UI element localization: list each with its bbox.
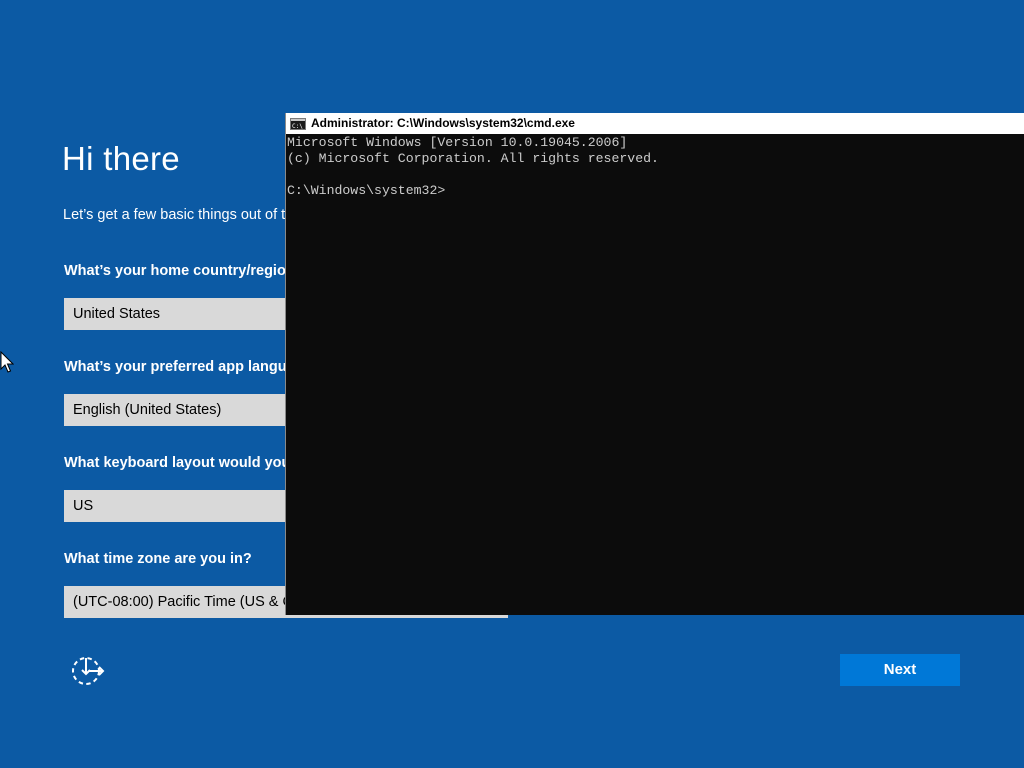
country-dropdown-value: United States [73, 306, 161, 322]
cmd-window-title: Administrator: C:\Windows\system32\cmd.e… [311, 116, 575, 130]
page-title: Hi there [62, 140, 180, 177]
ease-of-access-icon[interactable] [70, 654, 106, 686]
app-language-dropdown-value: English (United States) [73, 402, 222, 418]
svg-text:C:\: C:\ [292, 123, 303, 130]
keyboard-layout-dropdown-value: US [73, 498, 94, 514]
cmd-prompt-icon: C:\ [290, 117, 306, 130]
console-line: Microsoft Windows [Version 10.0.19045.20… [287, 135, 628, 150]
time-zone-question-label: What time zone are you in? [64, 551, 252, 567]
next-button[interactable]: Next [840, 654, 960, 686]
console-line: (c) Microsoft Corporation. All rights re… [287, 151, 659, 166]
cmd-window[interactable]: C:\ Administrator: C:\Windows\system32\c… [285, 113, 1024, 615]
cmd-title-bar[interactable]: C:\ Administrator: C:\Windows\system32\c… [286, 113, 1024, 134]
cmd-console[interactable]: Microsoft Windows [Version 10.0.19045.20… [286, 134, 1024, 615]
mouse-pointer-icon [0, 350, 15, 373]
app-language-question-label: What’s your preferred app language? [64, 359, 321, 375]
console-prompt: C:\Windows\system32> [287, 183, 446, 198]
country-question-label: What’s your home country/region? [64, 263, 304, 279]
